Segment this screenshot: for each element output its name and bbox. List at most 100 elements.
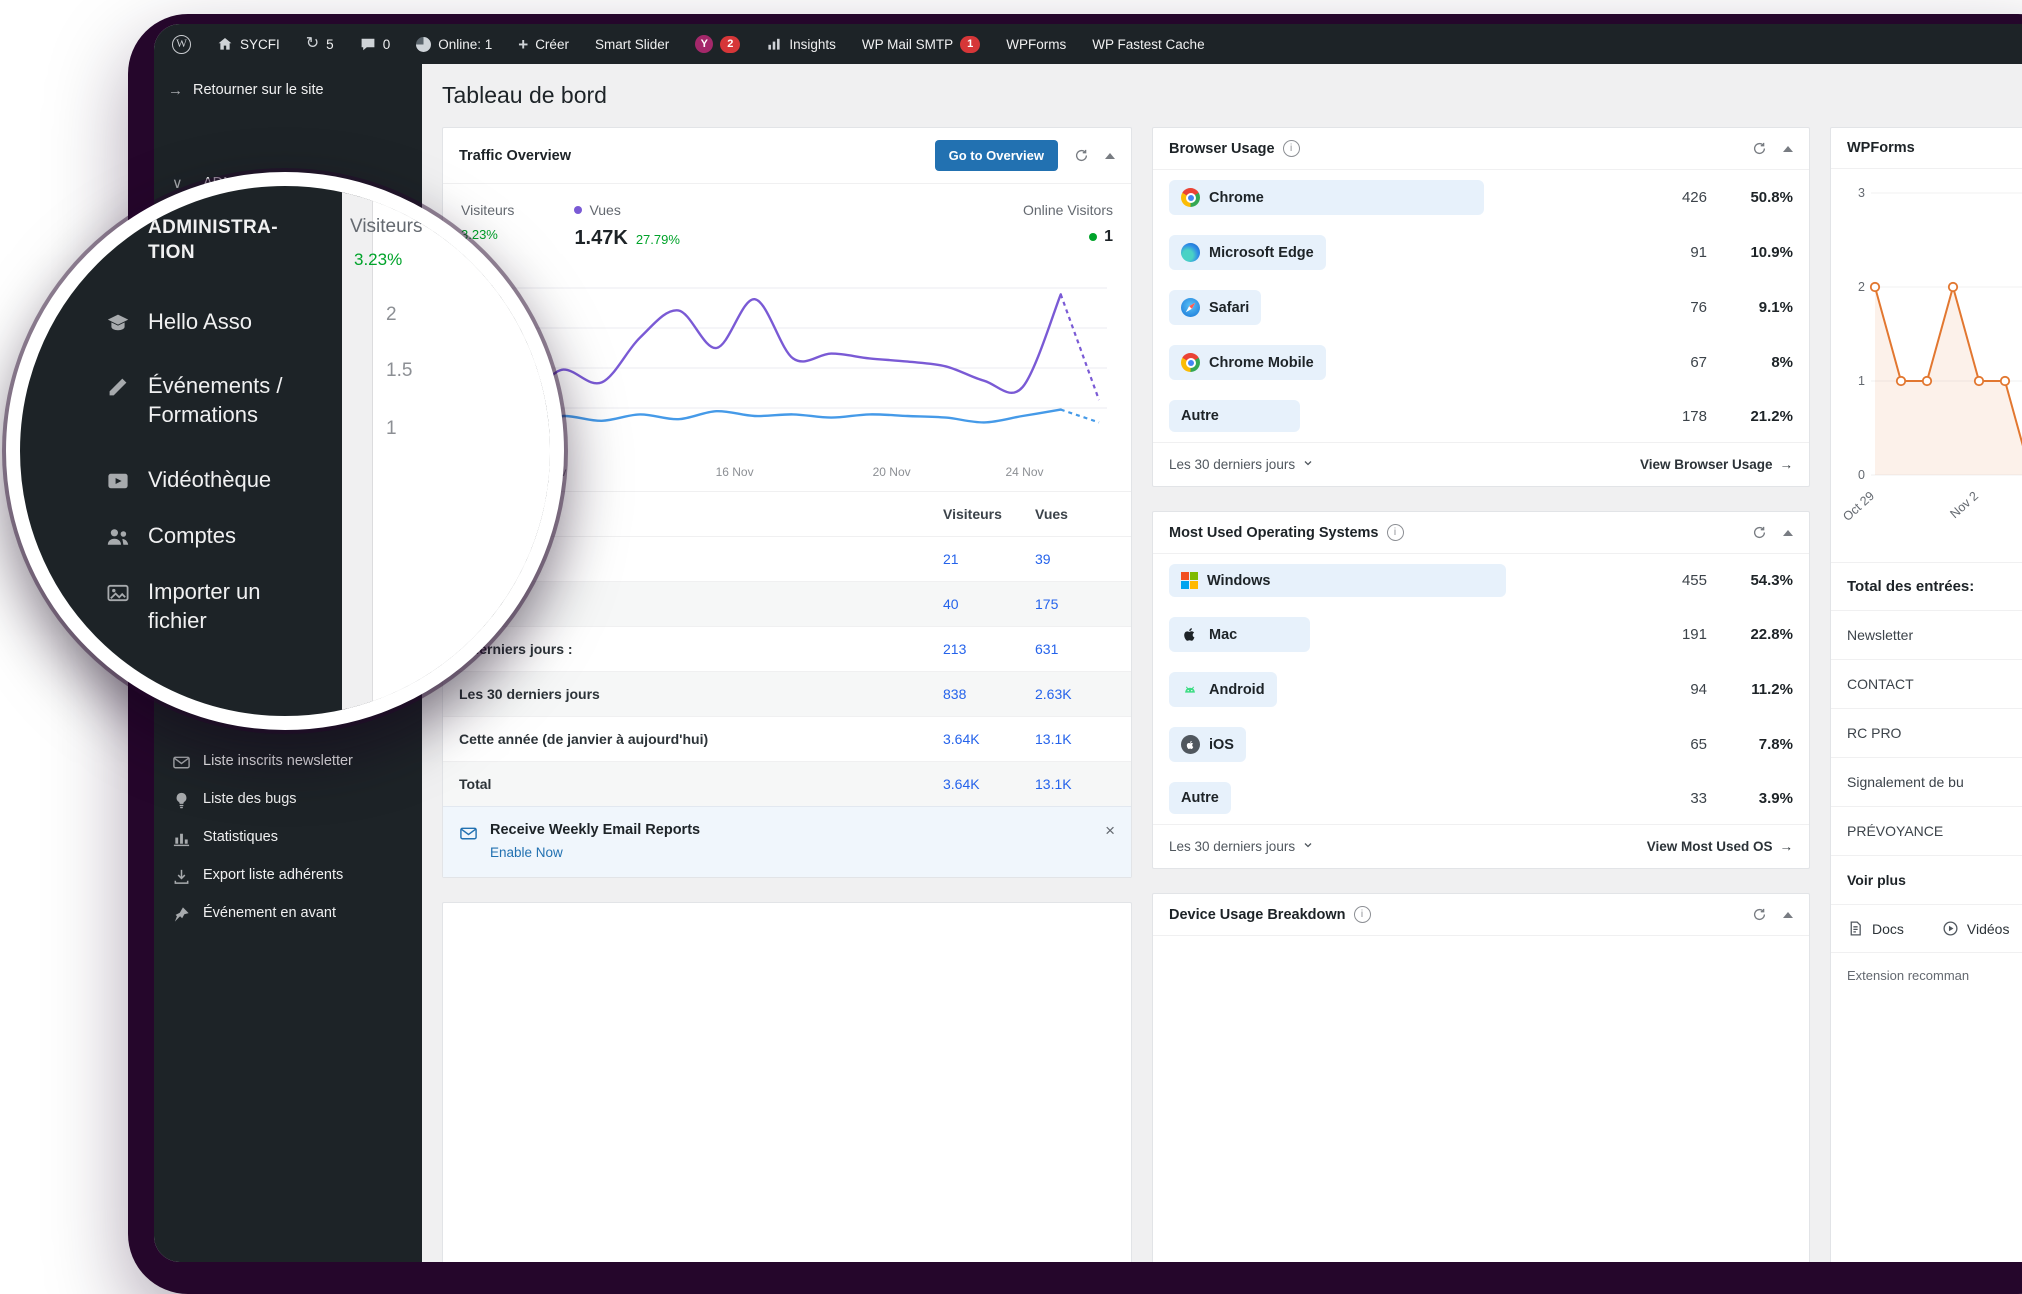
lens-axis-label: 1 <box>386 418 397 439</box>
svg-text:2: 2 <box>1858 280 1865 294</box>
period-selector[interactable]: Les 30 derniers jours <box>1169 457 1314 472</box>
views-value-link[interactable]: 13.1K <box>1035 731 1115 747</box>
magnified-menu-importer-un-fichier[interactable]: Importer un fichier <box>106 578 261 635</box>
period-selector[interactable]: Les 30 derniers jours <box>1169 839 1314 854</box>
views-value-link[interactable]: 39 <box>1035 551 1115 567</box>
magnified-menu-v-nements-formations[interactable]: Événements / Formations <box>106 372 283 429</box>
notification-badge: 1 <box>960 35 981 53</box>
admin-bar-item-updates[interactable]: ↻ 5 <box>306 36 334 52</box>
collapse-icon: ∨ <box>106 218 121 240</box>
image-icon <box>106 581 132 605</box>
column-header: Visiteurs <box>943 506 1002 522</box>
video-icon <box>106 469 132 493</box>
traffic-table-row-total: Total 3.64K 13.1K <box>443 761 1131 806</box>
collapse-caret-icon[interactable] <box>1105 152 1115 159</box>
visitors-value-link[interactable]: 213 <box>943 641 1035 657</box>
usage-count: 191 <box>1681 626 1707 643</box>
usage-chip: Windows <box>1169 564 1506 597</box>
admin-bar-item-comments[interactable]: 0 <box>360 36 391 52</box>
usage-row-chrome: Chrome 426 50.8% <box>1153 170 1809 225</box>
sidebar-item-label: Événement en avant <box>203 905 337 921</box>
magnified-menu-vid-oth-que[interactable]: Vidéothèque <box>106 466 271 495</box>
enable-now-link[interactable]: Enable Now <box>490 845 563 860</box>
usage-count: 178 <box>1681 407 1707 425</box>
wpforms-link-docs[interactable]: Docs <box>1847 920 1904 937</box>
admin-bar-item-smart-slider[interactable]: Smart Slider <box>595 37 669 52</box>
refresh-icon[interactable] <box>1752 141 1767 156</box>
admin-bar-item-wordpress-logo[interactable]: W <box>172 34 191 54</box>
visitors-value-link[interactable]: 838 <box>943 686 1035 702</box>
close-icon[interactable]: × <box>1105 822 1115 839</box>
collapse-caret-icon[interactable] <box>1783 145 1793 152</box>
sidebar-item-liste-des-bugs[interactable]: Liste des bugs <box>168 782 408 818</box>
views-value-link[interactable]: 2.63K <box>1035 686 1115 702</box>
admin-bar-label: 0 <box>382 36 391 52</box>
wpforms-form-pr-voyance[interactable]: PRÉVOYANCE <box>1831 806 2022 855</box>
wpforms-form-contact[interactable]: CONTACT <box>1831 659 2022 708</box>
magnified-menu-hello-asso[interactable]: Hello Asso <box>106 308 252 337</box>
refresh-icon[interactable] <box>1752 525 1767 540</box>
wpforms-see-more[interactable]: Voir plus <box>1831 855 2022 904</box>
sidebar-item-back-to-site[interactable]: → Retourner sur le site <box>154 64 422 118</box>
collapse-caret-icon[interactable] <box>1783 529 1793 536</box>
admin-bar-label: 5 <box>326 36 334 52</box>
comment-icon <box>360 36 376 52</box>
wpforms-form-signalement-de-bu[interactable]: Signalement de bu <box>1831 757 2022 806</box>
usage-name: Chrome Mobile <box>1209 354 1314 371</box>
views-value-link[interactable]: 13.1K <box>1035 776 1115 792</box>
view-browser-usage-link[interactable]: View Browser Usage → <box>1640 457 1793 472</box>
info-icon: i <box>1353 906 1371 923</box>
collapse-caret-icon[interactable] <box>1783 911 1793 918</box>
home-icon <box>217 36 233 52</box>
sidebar-item-liste-inscrits-newsletter[interactable]: Liste inscrits newsletter <box>168 744 408 780</box>
refresh-icon[interactable] <box>1752 907 1767 922</box>
admin-bar-label: Créer <box>535 36 569 52</box>
admin-bar-item-new-content[interactable]: + Créer <box>518 36 569 53</box>
info-icon: i <box>1282 140 1300 157</box>
usage-count: 91 <box>1690 244 1707 261</box>
stat-value: 1 <box>1104 228 1113 245</box>
stat-label: Vues <box>574 202 679 218</box>
visitors-value-link[interactable]: 40 <box>943 596 1035 612</box>
usage-name: iOS <box>1209 736 1234 753</box>
admin-bar-item-online-visitors[interactable]: Online: 1 <box>416 36 492 52</box>
usage-name: Mac <box>1209 626 1238 643</box>
lens-visitors-change: 3.23% <box>354 250 403 269</box>
usage-row-android: Android 94 11.2% <box>1153 662 1809 717</box>
sidebar-item-statistiques[interactable]: Statistiques <box>168 820 408 856</box>
magnified-menu-comptes[interactable]: Comptes <box>106 522 236 551</box>
svg-text:3: 3 <box>1858 186 1865 200</box>
admin-bar-item-wpforms[interactable]: WPForms <box>1006 37 1066 52</box>
admin-bar-item-wp-mail-smtp[interactable]: WP Mail SMTP 1 <box>862 35 981 53</box>
usage-row-ios: iOS 65 7.8% <box>1153 717 1809 772</box>
admin-bar-item-site-name[interactable]: SYCFI <box>217 36 280 52</box>
usage-row-microsoft-edge: Microsoft Edge 91 10.9% <box>1153 225 1809 280</box>
views-value-link[interactable]: 175 <box>1035 596 1115 612</box>
magnified-menu-label: Comptes <box>148 523 237 548</box>
visitors-value-link[interactable]: 3.64K <box>943 776 1035 792</box>
sidebar-item-export-liste-adh-rents[interactable]: Export liste adhérents <box>168 858 408 894</box>
admin-bar-item-wp-fastest-cache[interactable]: WP Fastest Cache <box>1092 37 1204 52</box>
banner-title: Receive Weekly Email Reports <box>490 822 701 838</box>
sidebar-item-v-nement-en-avant[interactable]: Événement en avant <box>168 896 408 932</box>
admin-bar-item-yoast-seo[interactable]: Y2 <box>695 35 741 53</box>
column-header: Vues <box>1035 506 1068 522</box>
magnified-menu-administration[interactable]: ∨ ADMINISTRA- TION <box>106 216 278 265</box>
usage-percent: 21.2% <box>1750 407 1793 425</box>
plus-icon: + <box>518 34 529 54</box>
mail-icon <box>459 824 478 843</box>
visitors-value-link[interactable]: 21 <box>943 551 1035 567</box>
wpforms-form-rc-pro[interactable]: RC PRO <box>1831 708 2022 757</box>
view-most-used-os-link[interactable]: View Most Used OS → <box>1647 839 1793 854</box>
wpforms-entries-chart: 3 2 1 0 Oct 29 Nov 2 <box>1840 186 2022 524</box>
views-value-link[interactable]: 631 <box>1035 641 1115 657</box>
admin-bar-label: Smart Slider <box>594 36 670 52</box>
wpforms-form-newsletter[interactable]: Newsletter <box>1831 610 2022 659</box>
visitors-value-link[interactable]: 3.64K <box>943 731 1035 747</box>
refresh-icon[interactable] <box>1074 148 1089 163</box>
usage-percent: 22.8% <box>1750 626 1793 643</box>
admin-bar-item-insights[interactable]: Insights <box>766 36 836 52</box>
go-to-overview-button[interactable]: Go to Overview <box>934 140 1058 171</box>
wpforms-link-vid-os[interactable]: Vidéos <box>1942 920 2009 937</box>
x-axis-label: 24 Nov <box>1005 465 1044 479</box>
